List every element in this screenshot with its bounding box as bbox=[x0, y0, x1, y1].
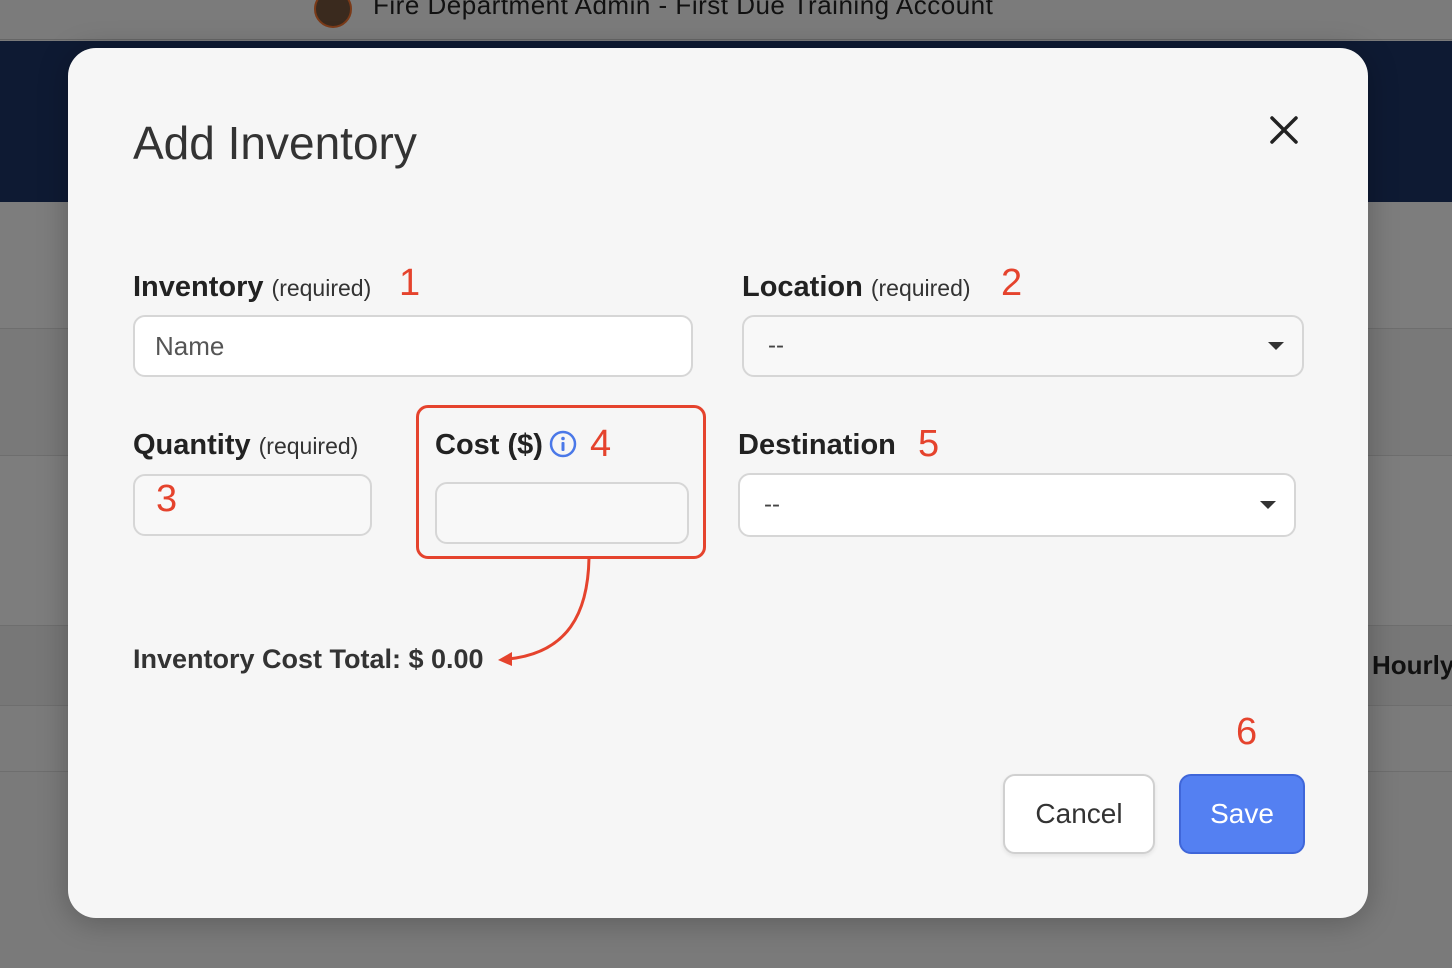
annotation-3: 3 bbox=[156, 478, 178, 520]
annotation-1: 1 bbox=[399, 262, 421, 304]
fire-department-logo bbox=[314, 0, 352, 28]
cost-input[interactable] bbox=[435, 482, 689, 544]
save-button[interactable]: Save bbox=[1179, 774, 1305, 854]
inventory-name-placeholder: Name bbox=[155, 330, 225, 361]
destination-label-text: Destination bbox=[738, 429, 896, 461]
quantity-label-text: Quantity bbox=[133, 429, 251, 461]
required-hint: (required) bbox=[258, 433, 359, 459]
required-hint: (required) bbox=[870, 275, 971, 301]
inventory-cost-total: Inventory Cost Total: $ 0.00 bbox=[133, 644, 484, 674]
cost-label-text: Cost ($) bbox=[435, 429, 543, 461]
annotation-2: 2 bbox=[1001, 262, 1023, 304]
annotation-arrow bbox=[498, 557, 591, 666]
destination-selected-value: -- bbox=[764, 491, 780, 518]
app-titlebar: Fire Department Admin - First Due Traini… bbox=[0, 0, 1452, 40]
cancel-button[interactable]: Cancel bbox=[1003, 774, 1155, 854]
inventory-label: Inventory (required) bbox=[133, 271, 371, 304]
chevron-down-icon bbox=[1268, 342, 1284, 350]
annotation-6: 6 bbox=[1236, 711, 1258, 753]
close-icon bbox=[1270, 116, 1298, 144]
add-inventory-modal: Add Inventory Inventory (required) 1 Name… bbox=[68, 48, 1368, 918]
app-title: Fire Department Admin - First Due Traini… bbox=[373, 0, 994, 20]
location-label: Location (required) bbox=[742, 271, 971, 304]
modal-title: Add Inventory bbox=[133, 117, 417, 169]
info-icon[interactable] bbox=[549, 430, 577, 458]
chevron-down-icon bbox=[1260, 501, 1276, 509]
location-label-text: Location bbox=[742, 271, 863, 303]
location-select[interactable]: -- bbox=[742, 315, 1304, 377]
annotation-5: 5 bbox=[918, 423, 940, 465]
close-button[interactable] bbox=[1264, 110, 1304, 150]
inventory-name-input[interactable]: Name bbox=[133, 315, 693, 377]
location-selected-value: -- bbox=[768, 332, 784, 359]
destination-label: Destination bbox=[738, 429, 896, 462]
inventory-label-text: Inventory bbox=[133, 271, 264, 303]
table-column-header: Hourly bbox=[1372, 650, 1452, 680]
required-hint: (required) bbox=[271, 275, 372, 301]
destination-select[interactable]: -- bbox=[738, 473, 1296, 537]
cost-label: Cost ($) bbox=[435, 429, 577, 462]
quantity-label: Quantity (required) bbox=[133, 429, 358, 462]
annotation-4: 4 bbox=[590, 423, 612, 465]
